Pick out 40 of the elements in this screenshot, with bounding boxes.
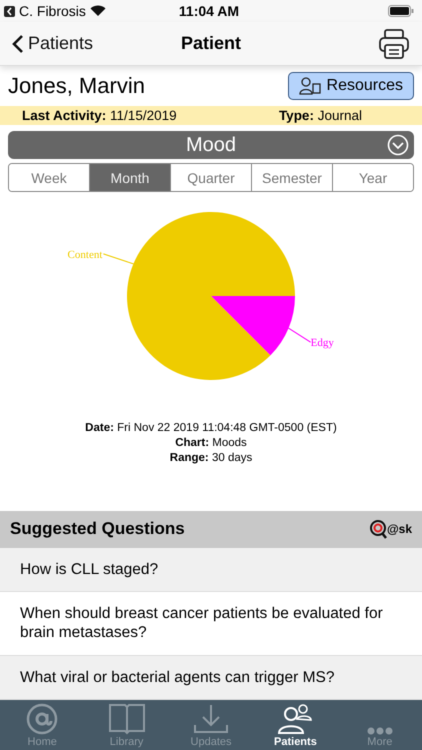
- patient-name: Jones, Marvin: [8, 73, 145, 99]
- back-link[interactable]: Patients: [28, 33, 94, 54]
- range-tab[interactable]: Year: [332, 164, 413, 191]
- question-item[interactable]: How is CLL staged?: [0, 548, 422, 592]
- chart-selector[interactable]: Mood: [8, 131, 414, 159]
- tab-bar-item[interactable]: Home: [0, 700, 84, 750]
- person-device-icon: [298, 77, 321, 95]
- chart-info-line: Date: Fri Nov 22 2019 11:04:48 GMT-0500 (EST): [85, 422, 337, 434]
- battery-icon: [388, 5, 414, 17]
- more-icon: [366, 727, 393, 735]
- leader-line: [288, 328, 312, 343]
- magnifier-icon: [368, 519, 387, 539]
- back-app-label[interactable]: C. Fibrosis: [19, 3, 86, 19]
- printer-icon[interactable]: [378, 28, 410, 60]
- tab-bar-item[interactable]: More: [338, 700, 422, 750]
- chart-info-line: Chart: Moods: [175, 437, 247, 449]
- tab-bar-item[interactable]: Library: [84, 700, 169, 750]
- download-icon: [192, 703, 230, 735]
- type-text: Type: Journal: [278, 108, 362, 123]
- question-item[interactable]: What viral or bacterial agents can trigger MS?: [0, 656, 422, 700]
- wifi-icon: [90, 5, 106, 17]
- people-icon: [276, 703, 314, 735]
- status-time: 11:04 AM: [178, 3, 240, 19]
- nav-title: Patient: [180, 33, 242, 54]
- resources-button[interactable]: Resources: [288, 72, 414, 100]
- tab-bar-item[interactable]: Updates: [168, 700, 254, 750]
- leader-line: [102, 253, 134, 264]
- book-icon: [108, 703, 146, 735]
- back-app-icon[interactable]: [4, 6, 15, 16]
- range-tab[interactable]: Month: [89, 164, 170, 191]
- ask-logo-text: @sk: [386, 522, 412, 536]
- at-sign-icon: [26, 703, 58, 735]
- section-title: Suggested Questions: [10, 519, 185, 539]
- back-chevron-icon[interactable]: [12, 34, 24, 54]
- slice-label: Content: [68, 248, 102, 261]
- tab-bar-item[interactable]: Patients: [253, 700, 338, 750]
- chart-info-line: Range: 30 days: [170, 452, 252, 464]
- chevron-down-icon: [387, 134, 409, 156]
- slice-label: Edgy: [310, 337, 334, 350]
- last-activity-text: Last Activity: 11/15/2019: [22, 108, 177, 123]
